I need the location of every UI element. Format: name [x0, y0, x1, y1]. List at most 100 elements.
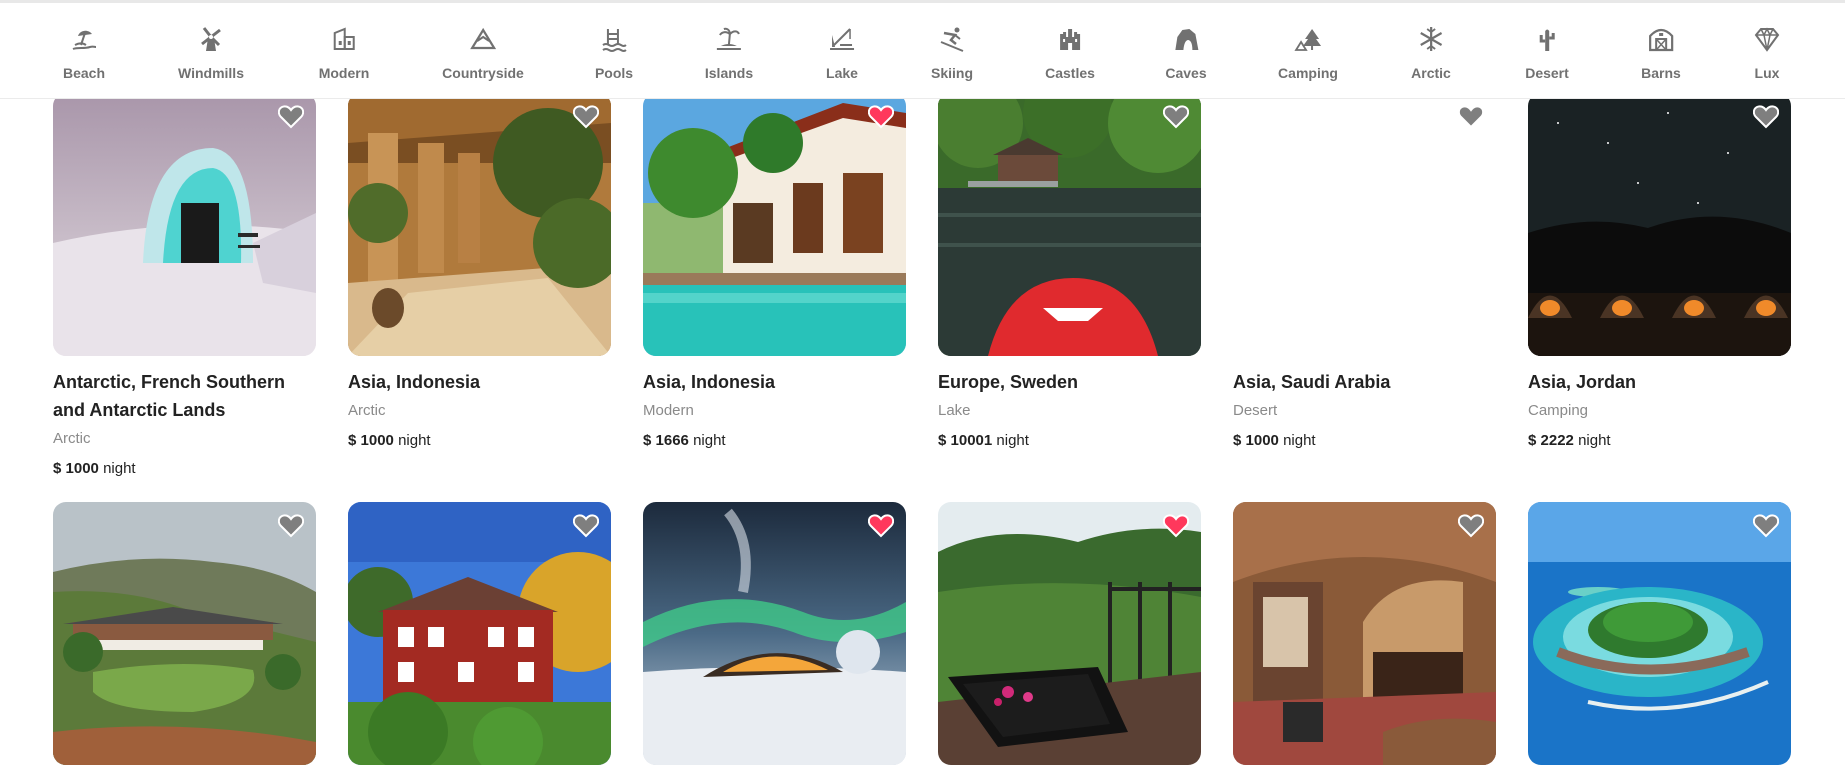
price-unit: night: [1283, 432, 1316, 449]
listing-location: Asia, Saudi Arabia: [1233, 372, 1391, 392]
listing-card[interactable]: Asia, Indonesia Arctic $ 1000 night: [348, 93, 611, 452]
listing-category: Arctic: [348, 402, 386, 419]
listing-price: $ 2222 night: [1528, 430, 1791, 452]
category-desert[interactable]: Desert: [1525, 25, 1569, 93]
category-label: Skiing: [930, 65, 974, 81]
price-unit: night: [693, 432, 726, 449]
listing-category: Arctic: [53, 430, 91, 447]
price-unit: night: [103, 460, 136, 477]
listing-card[interactable]: Asia, Saudi Arabia Desert $ 1000 night: [1233, 93, 1496, 452]
listing-image[interactable]: [938, 93, 1201, 356]
listing-category: Desert: [1233, 402, 1278, 419]
price-amount: $ 1666: [643, 432, 689, 449]
category-label: Caves: [1165, 65, 1207, 81]
lake-icon: [829, 28, 854, 50]
listing-card[interactable]: [53, 502, 316, 765]
listing-card[interactable]: [643, 502, 906, 765]
favorite-heart-icon[interactable]: [868, 105, 894, 129]
category-label: Barns: [1641, 65, 1681, 81]
windmill-icon: [201, 27, 221, 51]
category-label: Islands: [704, 65, 754, 81]
category-pools[interactable]: Pools: [595, 25, 633, 93]
island-icon: [717, 27, 741, 50]
listing-location: Antarctic, French Southern and Antarctic…: [53, 372, 286, 420]
listing-card[interactable]: Antarctic, French Southern and Antarctic…: [53, 93, 316, 480]
category-label: Lake: [826, 65, 858, 81]
category-label: Modern: [318, 65, 370, 81]
price-amount: $ 1000: [348, 432, 394, 449]
category-label: Desert: [1525, 65, 1569, 81]
listing-price: $ 1000 night: [1233, 430, 1496, 452]
favorite-heart-icon[interactable]: [1753, 105, 1779, 129]
price-unit: night: [398, 432, 431, 449]
category-islands[interactable]: Islands: [705, 25, 753, 93]
category-lux[interactable]: Lux: [1753, 25, 1781, 93]
castle-icon: [1060, 29, 1080, 50]
category-modern[interactable]: Modern: [318, 25, 370, 93]
favorite-heart-icon[interactable]: [1458, 105, 1484, 129]
category-camping[interactable]: Camping: [1278, 25, 1338, 93]
price-amount: $ 1000: [53, 460, 99, 477]
favorite-heart-icon[interactable]: [1163, 105, 1189, 129]
favorite-heart-icon[interactable]: [868, 514, 894, 538]
listing-price: $ 1000 night: [348, 430, 611, 452]
price-amount: $ 2222: [1528, 432, 1574, 449]
listing-image[interactable]: [1528, 502, 1791, 765]
diamond-icon: [1754, 27, 1780, 52]
listing-image[interactable]: [53, 93, 316, 356]
category-beach[interactable]: Beach: [63, 25, 105, 93]
category-castles[interactable]: Castles: [1045, 25, 1095, 93]
listing-category: Modern: [643, 402, 694, 419]
favorite-heart-icon[interactable]: [573, 514, 599, 538]
listing-image[interactable]: [1528, 93, 1791, 356]
listing-image[interactable]: [643, 502, 906, 765]
category-countryside[interactable]: Countryside: [442, 25, 524, 93]
listing-image[interactable]: [348, 502, 611, 765]
price-unit: night: [996, 432, 1029, 449]
listing-image[interactable]: [348, 93, 611, 356]
listing-price: $ 1666 night: [643, 430, 906, 452]
category-arctic[interactable]: Arctic: [1411, 25, 1451, 93]
snowflake-icon: [1420, 27, 1442, 51]
cave-icon: [1174, 29, 1198, 50]
category-caves[interactable]: Caves: [1165, 25, 1207, 93]
price-amount: $ 10001: [938, 432, 993, 449]
category-label: Camping: [1278, 65, 1338, 81]
category-lake[interactable]: Lake: [826, 25, 858, 93]
favorite-heart-icon[interactable]: [1753, 514, 1779, 538]
category-label: Windmills: [178, 65, 244, 81]
listing-category: Lake: [938, 402, 971, 419]
category-label: Countryside: [442, 65, 524, 81]
favorite-heart-icon[interactable]: [278, 105, 304, 129]
listing-card[interactable]: [1233, 502, 1496, 765]
listing-image[interactable]: [1233, 93, 1496, 356]
barn-icon: [1648, 28, 1674, 52]
category-barns[interactable]: Barns: [1641, 25, 1681, 93]
pool-icon: [602, 29, 627, 52]
skiing-icon: [940, 27, 964, 52]
favorite-heart-icon[interactable]: [1163, 514, 1189, 538]
favorite-heart-icon[interactable]: [1458, 514, 1484, 538]
listing-card[interactable]: Asia, Indonesia Modern $ 1666 night: [643, 93, 906, 452]
beach-icon: [72, 30, 97, 50]
listing-location: Asia, Indonesia: [643, 372, 776, 392]
listing-image[interactable]: [53, 502, 316, 765]
favorite-heart-icon[interactable]: [573, 105, 599, 129]
category-label: Castles: [1045, 65, 1095, 81]
category-label: Lux: [1754, 65, 1780, 81]
price-amount: $ 1000: [1233, 432, 1279, 449]
listing-card[interactable]: Asia, Jordan Camping $ 2222 night: [1528, 93, 1791, 452]
favorite-heart-icon[interactable]: [278, 514, 304, 538]
mountain-icon: [470, 27, 496, 50]
cactus-icon: [1539, 29, 1555, 51]
listing-card[interactable]: Europe, Sweden Lake $ 10001 night: [938, 93, 1201, 452]
listing-image[interactable]: [1233, 502, 1496, 765]
modern-icon: [334, 27, 355, 50]
listing-image[interactable]: [938, 502, 1201, 765]
listing-card[interactable]: [348, 502, 611, 765]
category-skiing[interactable]: Skiing: [931, 25, 973, 93]
listing-card[interactable]: [938, 502, 1201, 765]
listing-image[interactable]: [643, 93, 906, 356]
listing-card[interactable]: [1528, 502, 1791, 765]
category-windmills[interactable]: Windmills: [178, 25, 244, 93]
